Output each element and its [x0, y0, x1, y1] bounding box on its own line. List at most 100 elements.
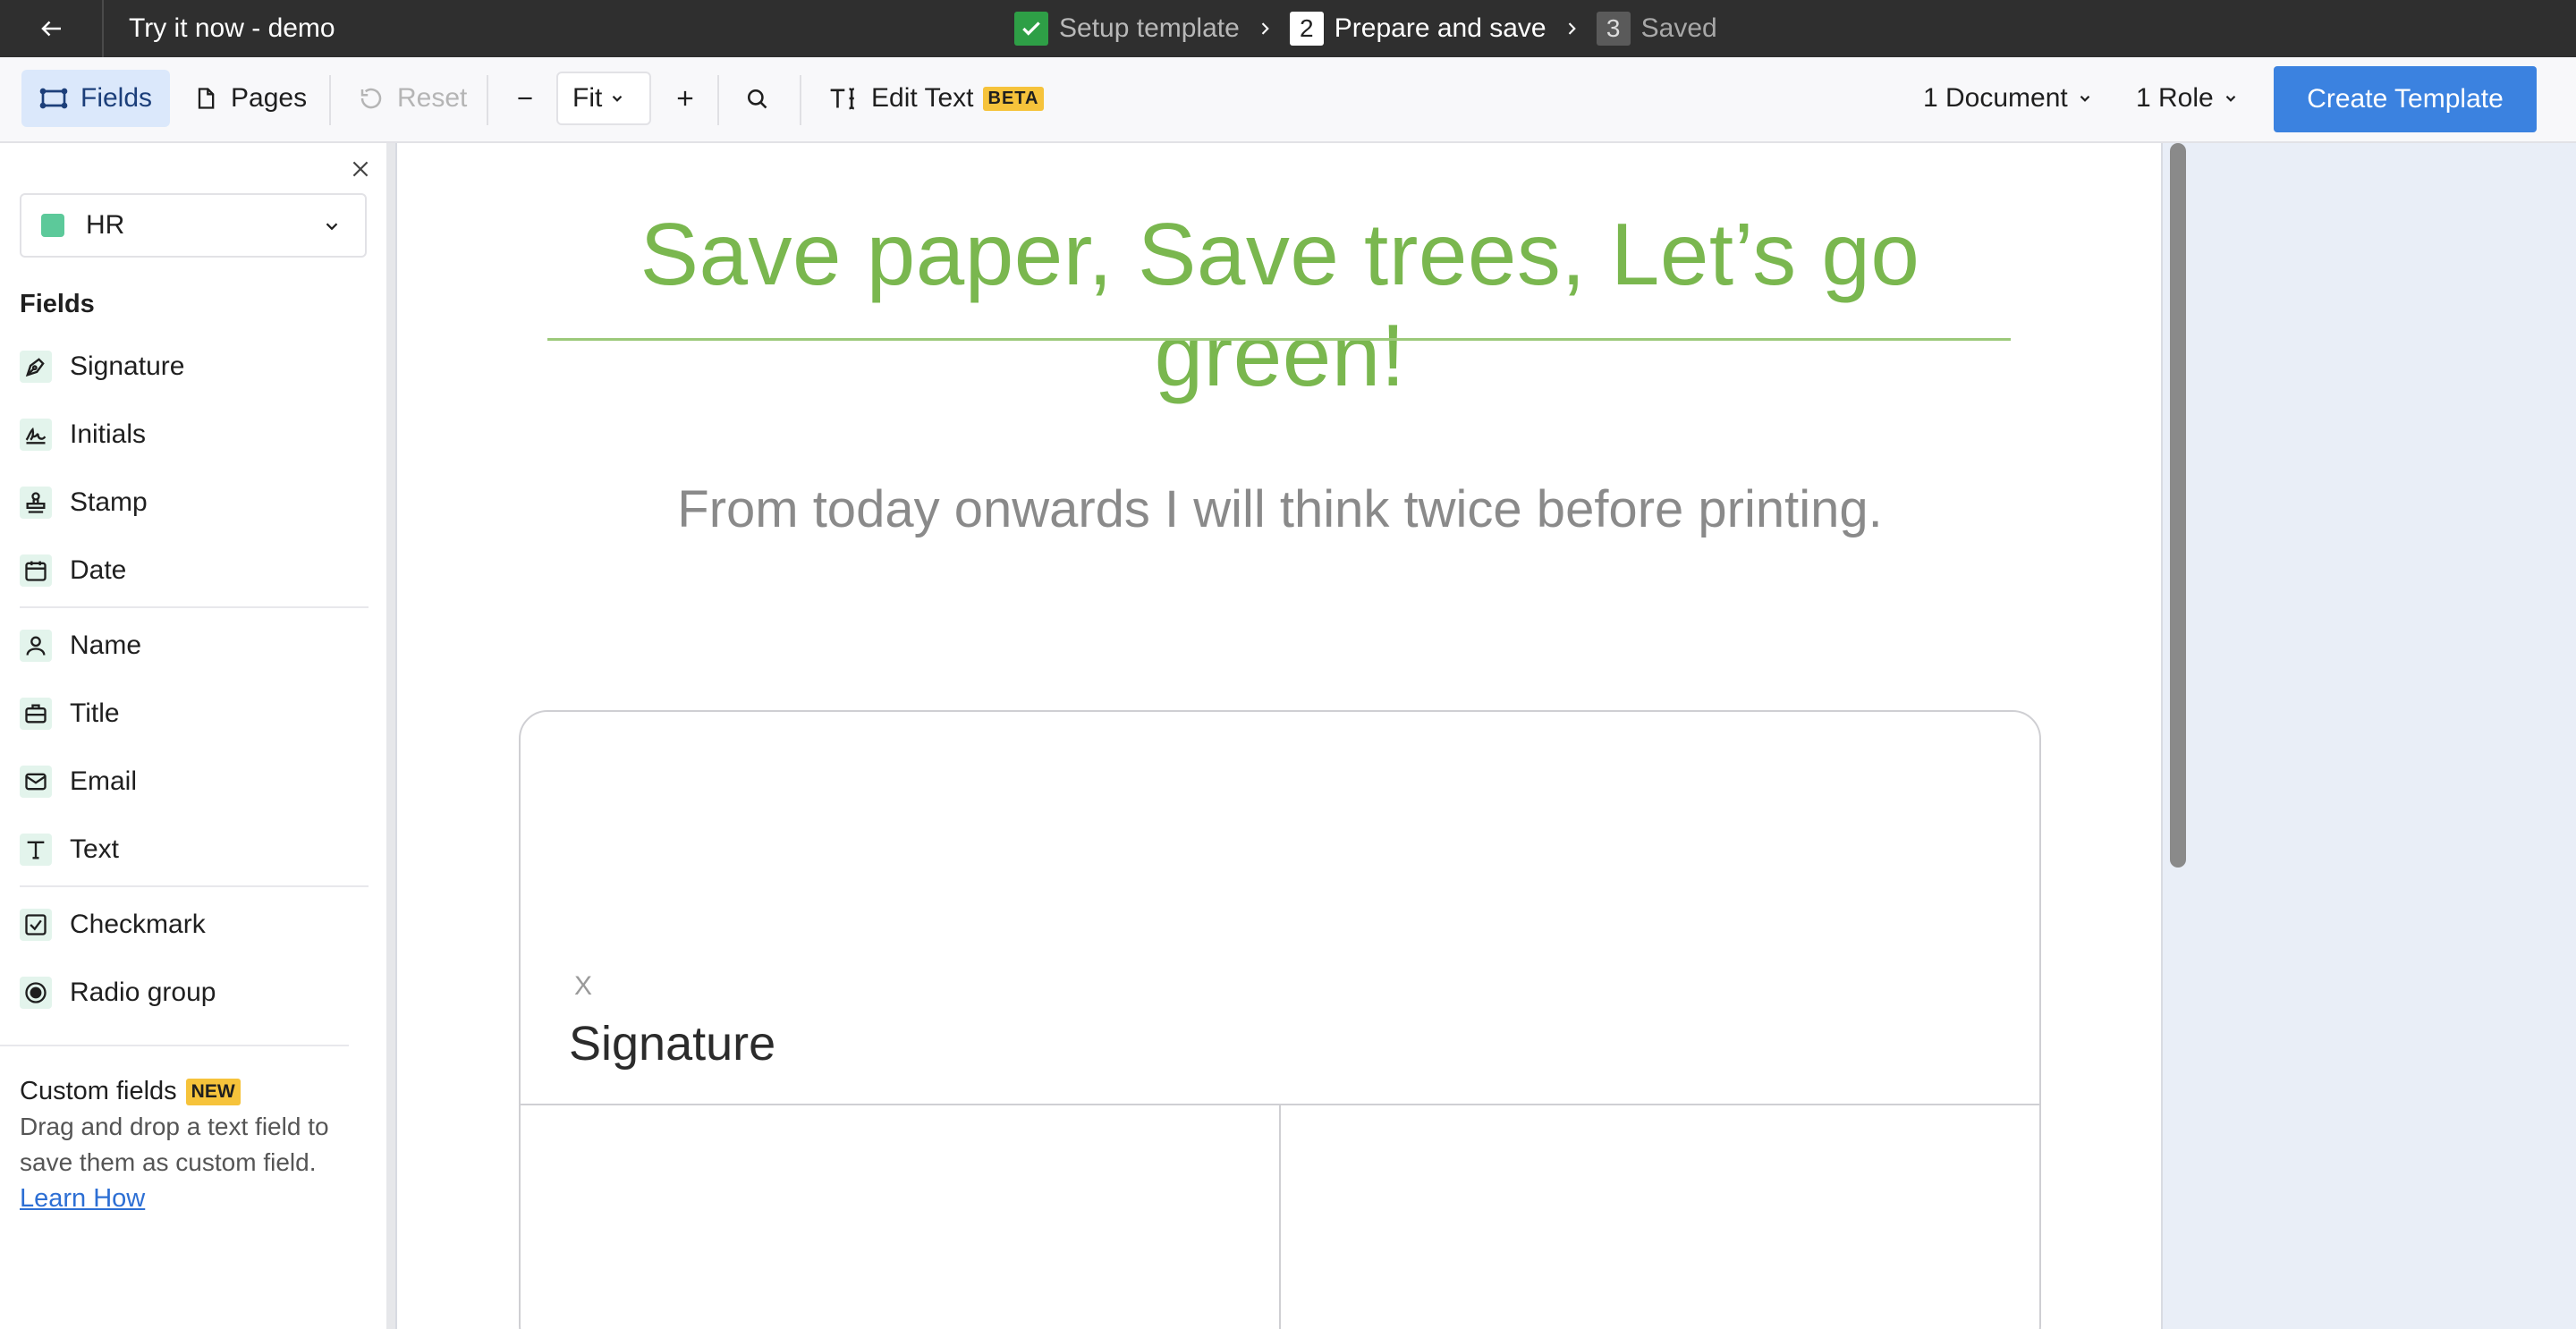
field-name[interactable]: Name	[20, 619, 369, 673]
beta-badge: BETA	[982, 86, 1045, 111]
field-date[interactable]: Date	[20, 544, 369, 597]
custom-fields-title: Custom fields	[20, 1077, 177, 1105]
reset-label: Reset	[397, 83, 468, 113]
text-icon	[20, 834, 52, 866]
calendar-icon	[20, 554, 52, 587]
zoom-out-button[interactable]	[503, 70, 560, 127]
field-text[interactable]: Text	[20, 823, 369, 876]
chevron-right-icon	[1563, 20, 1580, 38]
chevron-right-icon	[1256, 20, 1274, 38]
search-icon	[747, 89, 767, 109]
field-label: Radio group	[70, 978, 216, 1007]
search-button[interactable]	[733, 70, 792, 127]
back-button[interactable]	[27, 7, 77, 50]
plus-icon	[677, 90, 693, 106]
step-label: Setup template	[1059, 13, 1240, 43]
pages-tab-label: Pages	[231, 83, 308, 113]
documents-label: 1 Document	[1923, 83, 2068, 113]
document-title: Try it now - demo	[129, 13, 335, 43]
page-icon	[198, 88, 215, 109]
step-number-badge: 2	[1289, 12, 1324, 46]
chevron-down-icon	[326, 223, 338, 231]
sidebar-divider	[20, 606, 369, 608]
toolbar-divider	[717, 75, 719, 125]
person-icon	[20, 630, 52, 662]
text-cursor-icon	[830, 88, 854, 110]
fields-sidebar: HR Fields Signature Initials Stamp Date	[0, 143, 388, 1329]
new-badge: NEW	[185, 1079, 241, 1105]
zoom-value: Fit	[572, 83, 603, 113]
documents-dropdown[interactable]: 1 Document	[1923, 70, 2093, 127]
field-label: Name	[70, 631, 142, 660]
custom-fields-description: Drag and drop a text field to save them …	[20, 1113, 329, 1176]
step-prepare-and-save[interactable]: 2 Prepare and save	[1289, 12, 1546, 46]
reset-icon	[360, 88, 382, 109]
signature-label: Signature	[569, 1017, 776, 1071]
step-label: Prepare and save	[1334, 13, 1546, 43]
custom-fields-section: Custom fields NEW Drag and drop a text fi…	[20, 1073, 377, 1216]
learn-how-link[interactable]: Learn How	[20, 1184, 145, 1213]
step-progress: Setup template 2 Prepare and save 3 Save…	[1014, 0, 1717, 57]
field-label: Signature	[70, 351, 185, 381]
sidebar-divider	[20, 885, 369, 887]
checkbox-icon	[20, 909, 52, 941]
document-subheading: From today onwards I will think twice be…	[677, 480, 1883, 538]
signature-block: X Signature	[519, 710, 2041, 1329]
close-sidebar-button[interactable]	[343, 152, 377, 186]
reset-button[interactable]: Reset	[340, 70, 485, 127]
editor-toolbar: Fields Pages Reset Fit Edit Text BETA 1 …	[0, 57, 2576, 143]
field-checkmark[interactable]: Checkmark	[20, 898, 369, 952]
vertical-scrollbar[interactable]	[2170, 143, 2186, 868]
toolbar-divider	[329, 75, 331, 125]
edit-text-button[interactable]: Edit Text BETA	[810, 70, 1062, 127]
step-label: Saved	[1640, 13, 1717, 43]
roles-dropdown[interactable]: 1 Role	[2136, 70, 2239, 127]
role-select[interactable]: HR	[20, 193, 367, 258]
stamp-icon	[20, 487, 52, 519]
pages-tab-button[interactable]: Pages	[175, 70, 325, 127]
document-canvas[interactable]: Save paper, Save trees, Let’s go green! …	[395, 143, 2163, 1329]
field-title[interactable]: Title	[20, 687, 369, 741]
role-name: HR	[86, 210, 125, 240]
field-label: Initials	[70, 419, 147, 449]
create-template-button[interactable]: Create Template	[2274, 66, 2537, 132]
right-panel-background	[2163, 143, 2576, 1329]
edit-text-label: Edit Text	[871, 83, 974, 113]
signature-column-divider	[1279, 1105, 1281, 1329]
close-icon	[352, 161, 369, 177]
briefcase-icon	[20, 698, 52, 730]
chevron-down-icon	[613, 95, 623, 102]
radio-icon	[20, 977, 52, 1009]
top-bar: Try it now - demo Setup template 2 Prepa…	[0, 0, 2576, 57]
step-number-badge: 3	[1596, 12, 1631, 46]
fields-icon	[39, 88, 68, 109]
field-stamp[interactable]: Stamp	[20, 476, 369, 529]
field-signature[interactable]: Signature	[20, 340, 369, 394]
toolbar-divider	[800, 75, 801, 125]
initials-icon	[20, 419, 52, 451]
sidebar-resize-edge[interactable]	[386, 143, 395, 1329]
fields-heading: Fields	[20, 290, 95, 318]
arrow-left-icon	[41, 21, 61, 37]
signature-x-mark: X	[574, 971, 593, 1001]
field-label: Stamp	[70, 487, 148, 517]
zoom-select[interactable]: Fit	[556, 72, 651, 125]
field-email[interactable]: Email	[20, 755, 369, 808]
toolbar-divider	[487, 75, 488, 125]
field-label: Date	[70, 555, 127, 585]
fields-tab-button[interactable]: Fields	[21, 70, 171, 127]
roles-label: 1 Role	[2136, 83, 2214, 113]
check-icon	[1022, 21, 1040, 36]
zoom-in-button[interactable]	[662, 70, 721, 127]
role-color-swatch	[41, 214, 64, 237]
chevron-down-icon	[2225, 95, 2236, 102]
document-page[interactable]: Save paper, Save trees, Let’s go green! …	[395, 143, 2161, 1329]
field-radio-group[interactable]: Radio group	[20, 966, 369, 1020]
step-saved[interactable]: 3 Saved	[1596, 12, 1717, 46]
field-label: Title	[70, 698, 120, 728]
sidebar-divider	[0, 1045, 349, 1046]
field-initials[interactable]: Initials	[20, 408, 369, 461]
step-setup-template[interactable]: Setup template	[1014, 12, 1240, 46]
minus-icon	[518, 97, 532, 100]
envelope-icon	[20, 766, 52, 798]
